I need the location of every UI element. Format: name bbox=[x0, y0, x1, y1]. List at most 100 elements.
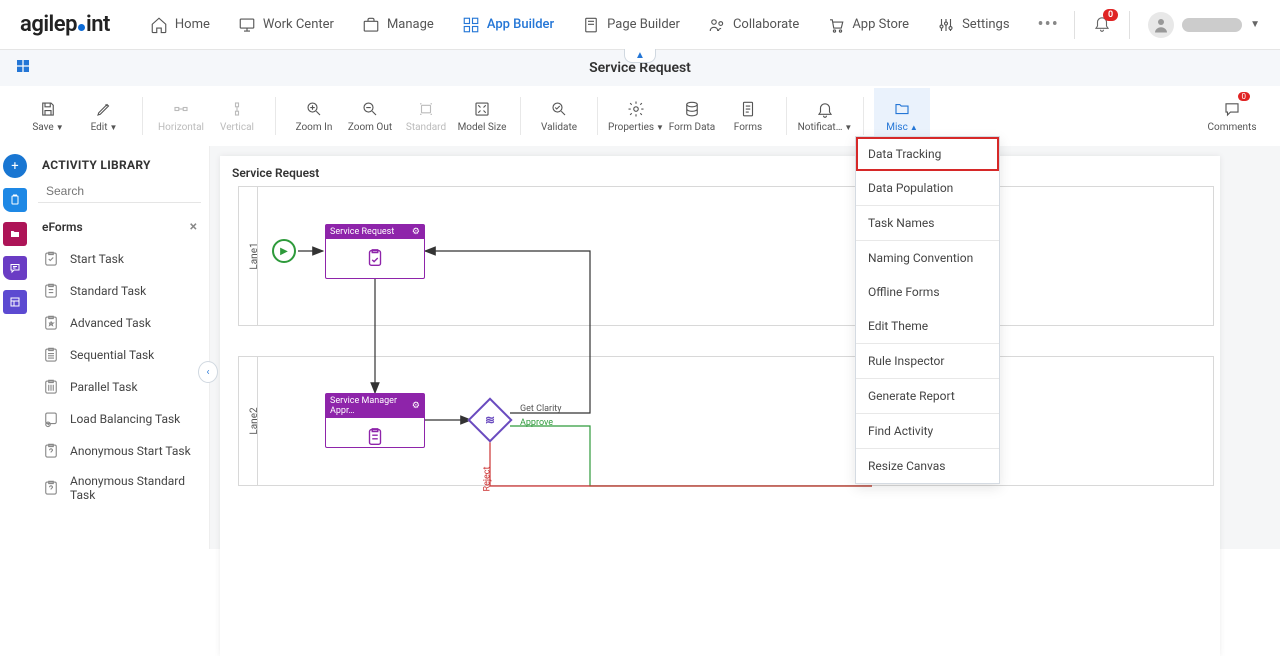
nav-app-store-label: App Store bbox=[852, 17, 909, 32]
toolbar-divider bbox=[597, 97, 598, 135]
model-size-button[interactable]: Model Size bbox=[454, 88, 510, 144]
lib-item-advanced-task[interactable]: Advanced Task bbox=[30, 307, 209, 339]
rail-clipboard-button[interactable] bbox=[3, 188, 27, 212]
lib-item-standard-task[interactable]: Standard Task bbox=[30, 275, 209, 307]
menu-offline-forms[interactable]: Offline Forms bbox=[856, 275, 999, 309]
rail-folder-button[interactable] bbox=[3, 222, 27, 246]
library-search[interactable] bbox=[38, 180, 201, 203]
vertical-button: Vertical bbox=[209, 88, 265, 144]
menu-task-names[interactable]: Task Names bbox=[856, 206, 999, 240]
edit-button[interactable]: Edit▼ bbox=[76, 88, 132, 144]
nav-work-center[interactable]: Work Center bbox=[238, 16, 334, 34]
folder-icon bbox=[9, 228, 21, 240]
notifications-button[interactable]: 0 bbox=[1093, 14, 1111, 36]
search-input[interactable] bbox=[46, 184, 201, 198]
task-question-icon bbox=[42, 442, 60, 460]
lib-item-sequential-task[interactable]: Sequential Task bbox=[30, 339, 209, 371]
lib-item-anonymous-start-task[interactable]: Anonymous Start Task bbox=[30, 435, 209, 467]
horizontal-button: Horizontal bbox=[153, 88, 209, 144]
zoom-in-icon bbox=[305, 100, 323, 118]
notifications-badge: 0 bbox=[1103, 9, 1118, 21]
edge-label-approve: Approve bbox=[520, 418, 553, 428]
diagram-title: Service Request bbox=[220, 156, 1220, 188]
folder-icon bbox=[893, 100, 911, 118]
notification-button[interactable]: Notificat…▼ bbox=[797, 88, 853, 144]
nav-manage-label: Manage bbox=[387, 17, 434, 32]
nav-collaborate[interactable]: Collaborate bbox=[708, 16, 799, 34]
form-data-button[interactable]: Form Data bbox=[664, 88, 720, 144]
menu-find-activity[interactable]: Find Activity bbox=[856, 414, 999, 448]
canvas-area[interactable]: ‹ Service Request Lane1 Lane2 bbox=[210, 146, 1280, 549]
nav-more[interactable]: ••• bbox=[1038, 14, 1059, 35]
activity-library-panel: ACTIVITY LIBRARY eForms × Start Task Sta… bbox=[30, 146, 210, 549]
nav-settings[interactable]: Settings bbox=[937, 16, 1009, 34]
nav-app-builder[interactable]: App Builder bbox=[462, 16, 554, 34]
database-icon bbox=[683, 100, 701, 118]
apps-grid-icon[interactable] bbox=[15, 58, 31, 78]
lib-item-parallel-task[interactable]: Parallel Task bbox=[30, 371, 209, 403]
forms-button[interactable]: Forms bbox=[720, 88, 776, 144]
menu-naming-convention[interactable]: Naming Convention bbox=[856, 241, 999, 275]
task-icon bbox=[42, 250, 60, 268]
nav-collaborate-label: Collaborate bbox=[733, 17, 799, 32]
gear-icon[interactable]: ⚙ bbox=[412, 227, 420, 237]
collapse-header-tab[interactable]: ▲ bbox=[624, 49, 656, 63]
nav-items: Home Work Center Manage App Builder Page… bbox=[150, 14, 1074, 35]
comments-button[interactable]: 0 Comments bbox=[1204, 88, 1260, 144]
divider bbox=[1074, 11, 1075, 39]
menu-data-population[interactable]: Data Population bbox=[856, 171, 999, 205]
library-items: Start Task Standard Task Advanced Task S… bbox=[30, 243, 209, 510]
save-button[interactable]: Save▼ bbox=[20, 88, 76, 144]
library-category[interactable]: eForms × bbox=[30, 211, 209, 243]
gear-icon[interactable]: ⚙ bbox=[412, 401, 420, 411]
zoom-out-button[interactable]: Zoom Out bbox=[342, 88, 398, 144]
chat-icon bbox=[9, 262, 21, 274]
menu-data-tracking[interactable]: Data Tracking bbox=[856, 137, 999, 171]
zoom-in-button[interactable]: Zoom In bbox=[286, 88, 342, 144]
menu-rule-inspector[interactable]: Rule Inspector bbox=[856, 344, 999, 378]
logo: agilepint bbox=[20, 12, 110, 37]
rail-add-button[interactable]: + bbox=[3, 154, 27, 178]
start-node[interactable]: ▶ bbox=[272, 239, 296, 263]
close-icon[interactable]: × bbox=[190, 219, 197, 235]
top-nav: agilepint Home Work Center Manage App Bu… bbox=[0, 0, 1280, 50]
task-icon bbox=[42, 346, 60, 364]
lib-item-start-task[interactable]: Start Task bbox=[30, 243, 209, 275]
properties-button[interactable]: Properties▼ bbox=[608, 88, 664, 144]
sliders-icon bbox=[937, 16, 955, 34]
menu-edit-theme[interactable]: Edit Theme bbox=[856, 309, 999, 343]
nav-app-store[interactable]: App Store bbox=[827, 16, 909, 34]
nav-home[interactable]: Home bbox=[150, 16, 210, 34]
rail-layout-button[interactable] bbox=[3, 290, 27, 314]
bell-icon bbox=[816, 100, 834, 118]
category-label: eForms bbox=[42, 220, 83, 234]
gateway-icon: ≋ bbox=[485, 413, 495, 427]
avatar-icon bbox=[1148, 12, 1174, 38]
user-menu[interactable]: ▼ bbox=[1148, 12, 1260, 38]
menu-resize-canvas[interactable]: Resize Canvas bbox=[856, 449, 999, 483]
task-service-request[interactable]: Service Request⚙ bbox=[325, 224, 425, 279]
menu-generate-report[interactable]: Generate Report bbox=[856, 379, 999, 413]
validate-button[interactable]: Validate bbox=[531, 88, 587, 144]
pencil-icon bbox=[95, 100, 113, 118]
username bbox=[1182, 18, 1242, 32]
nav-page-builder[interactable]: Page Builder bbox=[582, 16, 680, 34]
rail-chat-button[interactable] bbox=[3, 256, 27, 280]
toolbar-divider bbox=[863, 97, 864, 135]
task-service-manager-approval[interactable]: Service Manager Appr…⚙ bbox=[325, 393, 425, 448]
canvas[interactable]: Service Request Lane1 Lane2 ▶ bbox=[220, 156, 1220, 656]
people-icon bbox=[708, 16, 726, 34]
nav-manage[interactable]: Manage bbox=[362, 16, 434, 34]
task-body bbox=[326, 418, 424, 456]
lib-item-anonymous-standard-task[interactable]: Anonymous Standard Task bbox=[30, 467, 209, 510]
lib-item-load-balancing-task[interactable]: Load Balancing Task bbox=[30, 403, 209, 435]
nav-home-label: Home bbox=[175, 17, 210, 32]
collapse-sidebar-knob[interactable]: ‹ bbox=[198, 361, 218, 383]
misc-dropdown: Data Tracking Data Population Task Names… bbox=[855, 136, 1000, 484]
nav-right: 0 ▼ bbox=[1074, 11, 1260, 39]
logo-dot bbox=[78, 24, 85, 31]
toolbar: Save▼ Edit▼ Horizontal Vertical Zoom In … bbox=[0, 86, 1280, 146]
toolbar-right: 0 Comments bbox=[1204, 88, 1260, 144]
clipboard-icon bbox=[9, 194, 21, 206]
edge-label-get-clarity: Get Clarity bbox=[520, 404, 561, 414]
